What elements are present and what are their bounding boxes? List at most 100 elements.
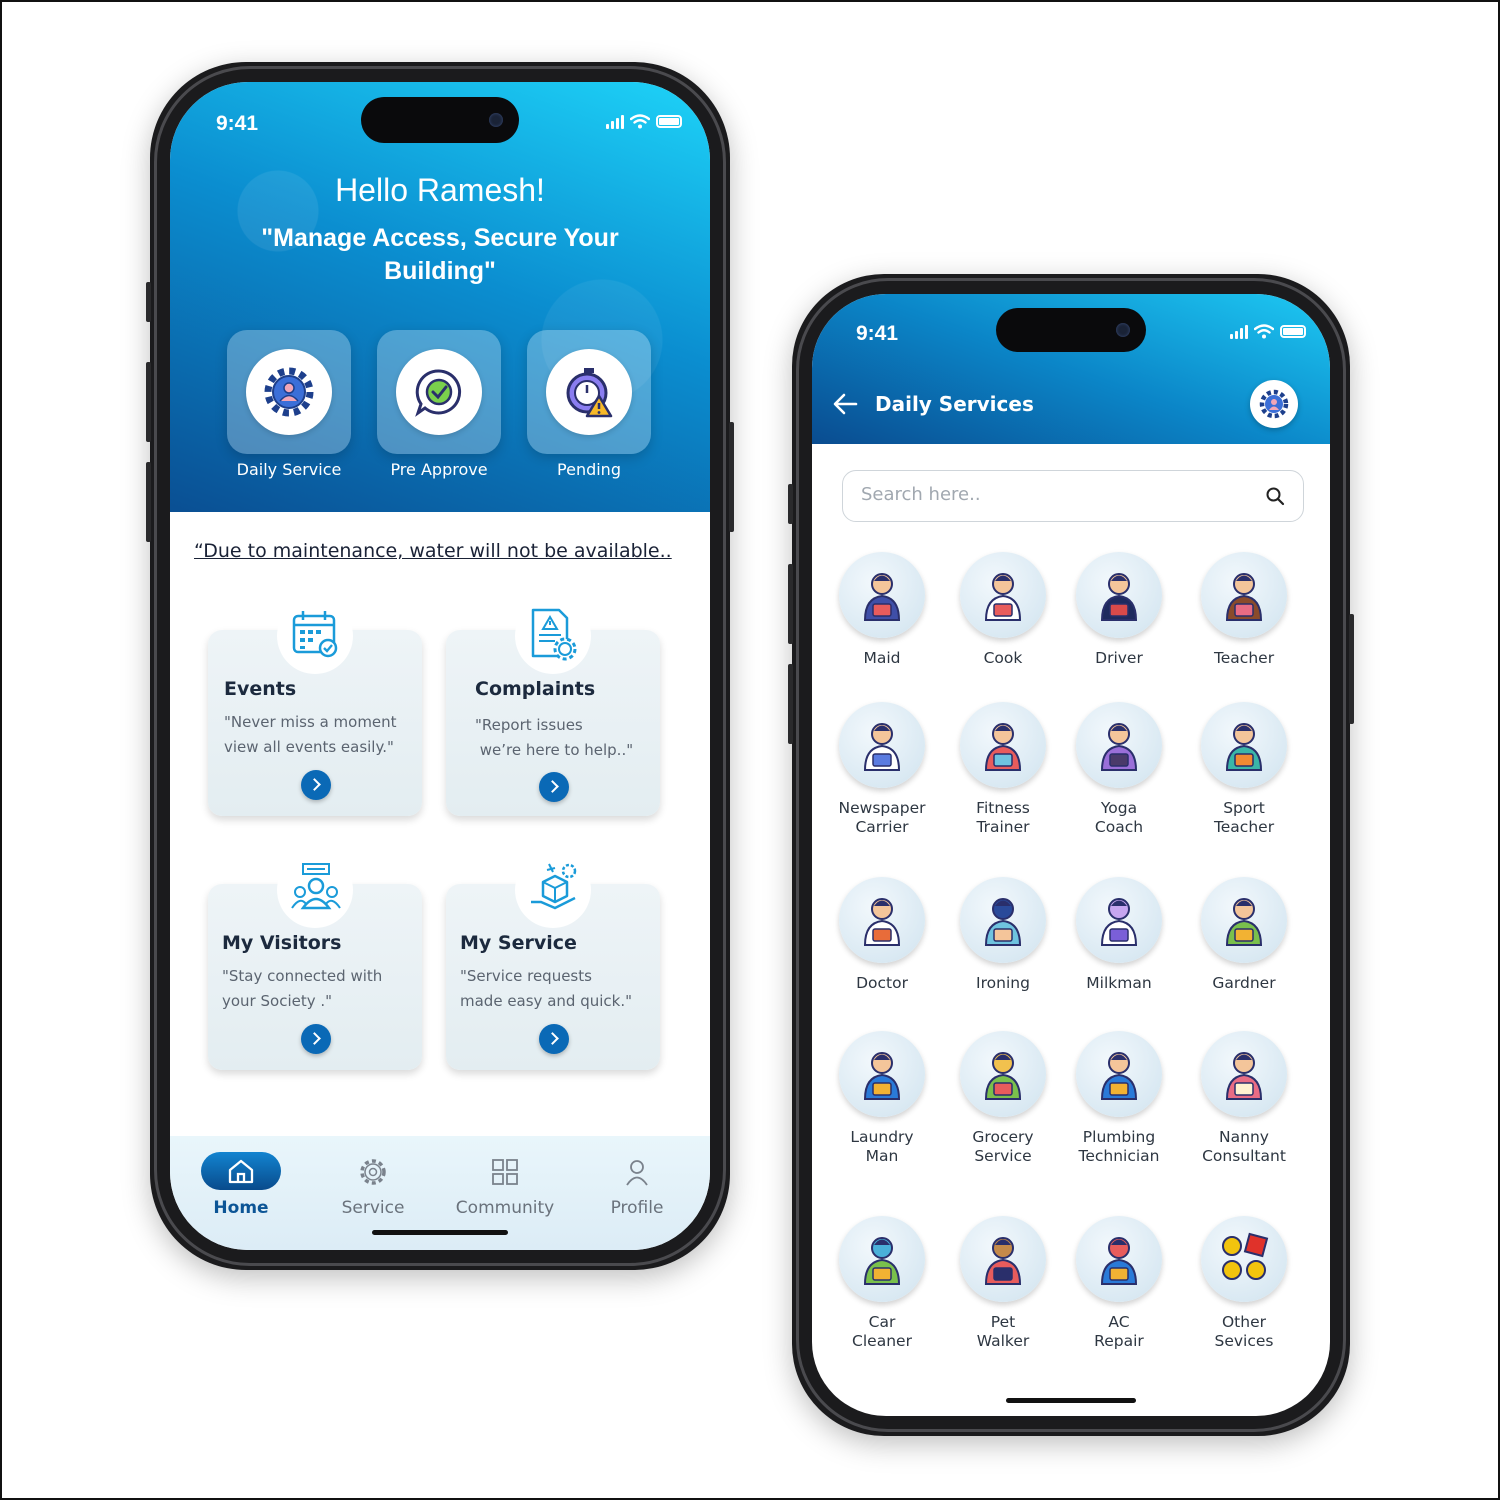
timer-warning-icon <box>566 368 613 418</box>
battery-icon <box>1280 325 1306 338</box>
service-item-car-cleaner[interactable]: Car Cleaner <box>827 1216 937 1350</box>
service-item-grocery[interactable]: Grocery Service <box>948 1031 1058 1165</box>
phone-home: 9:41 Hello Ramesh! "Manage Access, Secur… <box>146 62 734 1270</box>
gardener-icon <box>1225 898 1263 946</box>
service-badge <box>1201 702 1287 788</box>
status-icons <box>1230 324 1306 339</box>
tab-label: Service <box>341 1198 405 1218</box>
service-badge <box>1201 1216 1287 1302</box>
service-item-nanny[interactable]: Nanny Consultant <box>1189 1031 1299 1165</box>
service-item-laundry[interactable]: Laundry Man <box>827 1031 937 1165</box>
service-item-yoga[interactable]: Yoga Coach <box>1064 702 1174 836</box>
events-open-button[interactable] <box>301 770 331 800</box>
service-item-teacher[interactable]: Teacher <box>1189 552 1299 682</box>
tab-service[interactable]: Service <box>313 1136 433 1236</box>
person-icon <box>626 1160 648 1186</box>
home-indicator[interactable] <box>372 1230 508 1235</box>
service-label: Gardner <box>1212 974 1276 992</box>
service-label: Car Cleaner <box>852 1313 912 1350</box>
service-label: Laundry Man <box>850 1128 914 1165</box>
tab-label: Community <box>455 1198 555 1218</box>
ac-repair-icon <box>1100 1237 1138 1285</box>
my-service-open-button[interactable] <box>539 1024 569 1054</box>
service-badge <box>960 1216 1046 1302</box>
tab-label: Home <box>213 1198 269 1218</box>
yoga-icon <box>1100 723 1138 771</box>
service-label: Maid <box>863 649 901 667</box>
visitors-card[interactable]: My Visitors "Stay connected with your So… <box>208 852 422 1070</box>
phone-power-button <box>1349 614 1354 724</box>
service-badge <box>1076 1216 1162 1302</box>
service-item-gardener[interactable]: Gardner <box>1189 877 1299 1007</box>
quick-action-label: Pre Approve <box>390 460 488 479</box>
quick-action-daily-service[interactable] <box>227 330 351 454</box>
complaints-open-button[interactable] <box>539 772 569 802</box>
service-item-cook[interactable]: Cook <box>948 552 1058 682</box>
service-item-ac-repair[interactable]: AC Repair <box>1064 1216 1174 1350</box>
phone-volume-down-button <box>788 664 793 744</box>
service-badge <box>960 877 1046 963</box>
service-label: Cook <box>983 649 1023 667</box>
user-gear-icon <box>1259 389 1289 419</box>
pet-walker-icon <box>984 1237 1022 1285</box>
quick-action-pre-approve[interactable] <box>377 330 501 454</box>
maintenance-notice[interactable]: “Due to maintenance, water will not be a… <box>194 540 694 562</box>
ironing-icon <box>984 898 1022 946</box>
service-badge <box>839 1031 925 1117</box>
search-icon[interactable] <box>1265 486 1285 506</box>
service-label: Sport Teacher <box>1213 799 1275 836</box>
service-box-icon <box>531 863 577 910</box>
wifi-icon <box>630 114 650 129</box>
card-text: "Stay connected with your Society ." <box>222 967 383 1010</box>
tagline: "Manage Access, Secure Your Building" <box>261 224 619 285</box>
tab-label: Profile <box>610 1198 664 1218</box>
service-label: Doctor <box>856 974 908 992</box>
grocery-icon <box>984 1052 1022 1100</box>
phone-volume-down-button <box>146 462 151 542</box>
visitors-open-button[interactable] <box>301 1024 331 1054</box>
phone-power-button <box>729 422 734 532</box>
events-card[interactable]: Events "Never miss a moment view all eve… <box>208 598 422 816</box>
service-badge <box>1076 1031 1162 1117</box>
phone-mute-button <box>788 484 793 524</box>
driver-icon <box>1100 573 1138 621</box>
quick-action-label: Pending <box>557 460 621 479</box>
service-item-ironing[interactable]: Ironing <box>948 877 1058 1007</box>
nanny-icon <box>1225 1052 1263 1100</box>
search-input[interactable]: Search here.. <box>842 470 1304 522</box>
card-title: My Visitors <box>222 932 342 954</box>
quick-action-pending[interactable] <box>527 330 651 454</box>
newspaper-icon <box>863 723 901 771</box>
service-item-driver[interactable]: Driver <box>1064 552 1174 682</box>
service-item-maid[interactable]: Maid <box>827 552 937 682</box>
complaints-card[interactable]: Complaints "Report issues we’re here to … <box>446 598 660 816</box>
tab-home[interactable]: Home <box>181 1136 301 1236</box>
card-title: Complaints <box>475 678 596 700</box>
car-cleaner-icon <box>863 1237 901 1285</box>
phone-volume-up-button <box>788 564 793 644</box>
signal-icon <box>606 114 624 129</box>
service-item-newspaper[interactable]: Newspaper Carrier <box>827 702 937 836</box>
service-badge <box>839 877 925 963</box>
back-arrow-icon[interactable] <box>832 392 858 416</box>
settings-button[interactable] <box>1250 380 1298 428</box>
my-service-card[interactable]: My Service "Service requests made easy a… <box>446 852 660 1070</box>
service-item-pet-walker[interactable]: Pet Walker <box>948 1216 1058 1350</box>
daily-services-screen: 9:41 Daily Services Search here.. Maid C… <box>812 294 1330 1416</box>
service-item-fitness[interactable]: Fitness Trainer <box>948 702 1058 836</box>
service-label: Milkman <box>1086 974 1152 992</box>
card-title: My Service <box>460 932 577 954</box>
service-item-other-services[interactable]: Other Sevices <box>1189 1216 1299 1350</box>
page-title: Daily Services <box>875 392 1034 416</box>
service-item-sport[interactable]: Sport Teacher <box>1189 702 1299 836</box>
service-item-milk[interactable]: Milkman <box>1064 877 1174 1007</box>
tab-profile[interactable]: Profile <box>577 1136 697 1236</box>
tab-community[interactable]: Community <box>445 1136 565 1236</box>
service-badge <box>1076 552 1162 638</box>
home-indicator[interactable] <box>1006 1398 1136 1403</box>
card-text: "Service requests made easy and quick." <box>460 967 632 1010</box>
status-bar: 9:41 <box>170 112 710 142</box>
service-item-plumber[interactable]: Plumbing Technician <box>1064 1031 1174 1165</box>
service-item-doctor[interactable]: Doctor <box>827 877 937 1007</box>
visitors-icon <box>291 863 341 910</box>
